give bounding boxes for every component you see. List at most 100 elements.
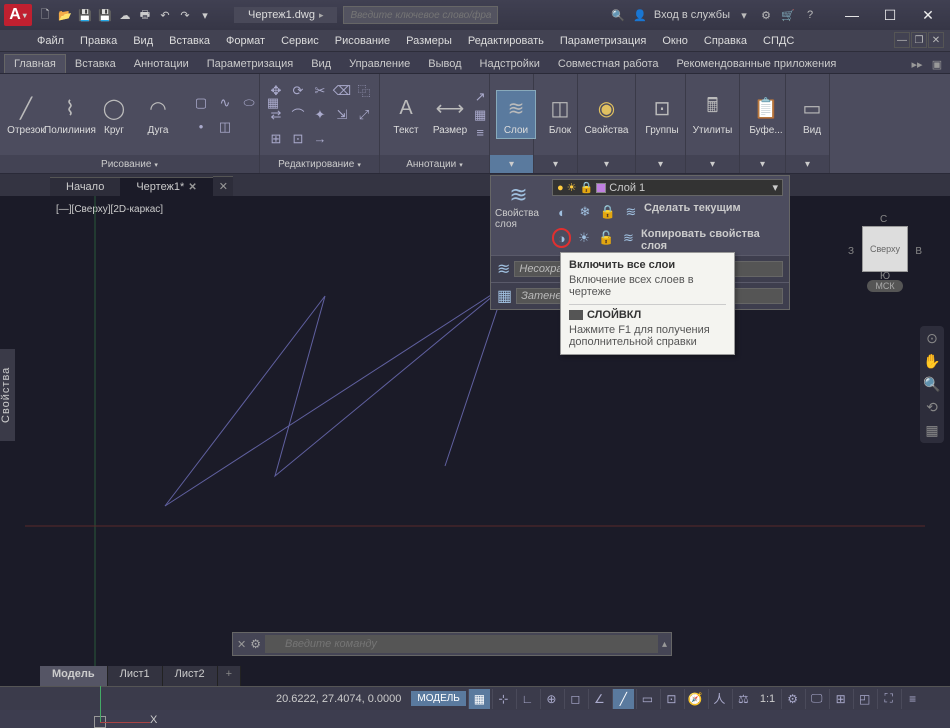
tab-close-icon[interactable]: ✕ xyxy=(188,182,196,193)
block-button[interactable]: ◫Блок xyxy=(540,91,580,138)
cmdline-customize-icon[interactable]: ⚙ xyxy=(250,637,261,651)
groups-button[interactable]: ⊡Группы xyxy=(642,91,682,138)
panel-props-expand[interactable]: ▾ xyxy=(604,159,609,170)
clean-screen-icon[interactable]: ⛶ xyxy=(877,689,899,709)
menu-help[interactable]: Справка xyxy=(697,33,754,49)
rotate-icon[interactable]: ⟳ xyxy=(288,80,308,102)
fullnav-icon[interactable]: ⊙ xyxy=(926,330,938,347)
layer-copy-icon[interactable]: ≋ xyxy=(619,228,638,248)
mirror-icon[interactable]: ⇄ xyxy=(266,104,286,126)
menu-format[interactable]: Формат xyxy=(219,33,272,49)
tab-home[interactable]: Главная xyxy=(4,54,66,73)
layer-lock-icon[interactable]: 🔒 xyxy=(598,202,618,222)
explode-icon[interactable]: ✦ xyxy=(310,104,330,126)
copy-icon[interactable]: ⿻ xyxy=(354,80,374,102)
dimension-button[interactable]: ⟷Размер xyxy=(430,91,470,138)
tab-addins[interactable]: Надстройки xyxy=(471,55,549,73)
osnap-track-toggle[interactable]: ∠ xyxy=(588,689,610,709)
tab-parametric[interactable]: Параметризация xyxy=(198,55,302,73)
text-button[interactable]: AТекст xyxy=(386,91,426,138)
menu-dimension[interactable]: Размеры xyxy=(399,33,459,49)
viewcube[interactable]: С З В Сверху Ю МСК xyxy=(850,214,920,304)
tab-insert[interactable]: Вставка xyxy=(66,55,125,73)
qat-save-icon[interactable]: 💾 xyxy=(76,6,94,24)
customize-status-icon[interactable]: ≡ xyxy=(901,689,923,709)
layer-combo[interactable]: ● ☀ 🔒 Слой 1 ▾ xyxy=(552,179,783,196)
layer-on-icon[interactable]: ◑ xyxy=(552,228,571,248)
hardware-accel-icon[interactable]: ⊞ xyxy=(829,689,851,709)
layer-properties-button[interactable]: ≋ Свойства слоя xyxy=(491,176,546,255)
polar-toggle[interactable]: ⊕ xyxy=(540,689,562,709)
qat-cloud-icon[interactable]: ☁ xyxy=(116,6,134,24)
ortho-toggle[interactable]: ∟ xyxy=(516,689,538,709)
spline-icon[interactable]: ∿ xyxy=(214,92,236,114)
panel-edit-label[interactable]: Редактирование xyxy=(278,159,361,170)
tab-annotate[interactable]: Аннотации xyxy=(125,55,198,73)
lineweight-toggle[interactable]: ╱ xyxy=(612,689,634,709)
close-button[interactable]: ✕ xyxy=(910,3,946,27)
menu-window[interactable]: Окно xyxy=(655,33,695,49)
tab-output[interactable]: Вывод xyxy=(419,55,470,73)
doc-restore-button[interactable]: ❐ xyxy=(911,32,927,48)
doc-close-button[interactable]: ✕ xyxy=(928,32,944,48)
new-tab-button[interactable]: ✕ xyxy=(213,176,233,196)
layer-off-icon[interactable]: ◐ xyxy=(552,202,572,222)
rect-icon[interactable]: ▢ xyxy=(190,92,212,114)
offset-icon[interactable]: ⊡ xyxy=(288,128,308,150)
isolate-icon[interactable]: ◰ xyxy=(853,689,875,709)
layers-button[interactable]: ≋Слои xyxy=(496,90,536,139)
transparency-toggle[interactable]: ▭ xyxy=(636,689,658,709)
panel-annot-label[interactable]: Аннотации xyxy=(406,159,463,170)
layer-match-icon[interactable]: ≋ xyxy=(621,202,641,222)
panel-draw-label[interactable]: Рисование xyxy=(101,159,158,170)
tab-layout2[interactable]: Лист2 xyxy=(163,666,218,686)
menu-view[interactable]: Вид xyxy=(126,33,160,49)
qat-open-icon[interactable]: 📂 xyxy=(56,6,74,24)
menu-insert[interactable]: Вставка xyxy=(162,33,217,49)
pan-icon[interactable]: ✋ xyxy=(923,353,940,370)
point-icon[interactable]: • xyxy=(190,116,212,138)
grid-toggle[interactable]: ▦ xyxy=(468,689,490,709)
move-icon[interactable]: ✥ xyxy=(266,80,286,102)
doc-min-button[interactable]: — xyxy=(894,32,910,48)
qat-plot-icon[interactable]: 🖶 xyxy=(136,6,154,24)
ribbon-minimize-icon[interactable]: ▣ xyxy=(928,55,946,73)
line-button[interactable]: ╱Отрезок xyxy=(6,91,46,138)
circle-button[interactable]: ◯Круг xyxy=(94,91,134,138)
showmotion-icon[interactable]: ▦ xyxy=(925,422,938,439)
object-snap-toggle[interactable]: ◻ xyxy=(564,689,586,709)
layer-freeze-icon[interactable]: ❄ xyxy=(575,202,595,222)
user-icon[interactable]: 👤 xyxy=(632,9,648,22)
orbit-icon[interactable]: ⟲ xyxy=(926,399,938,416)
layer-unlock-icon[interactable]: 🔓 xyxy=(597,228,616,248)
panel-utils-expand[interactable]: ▾ xyxy=(710,159,715,170)
qat-dropdown-icon[interactable]: ▾ xyxy=(196,6,214,24)
minimize-button[interactable]: — xyxy=(834,3,870,27)
panel-layers-expand[interactable]: ▾ xyxy=(509,159,514,170)
panel-block-expand[interactable]: ▾ xyxy=(553,159,558,170)
extend-icon[interactable]: → xyxy=(310,128,330,150)
polyline-button[interactable]: ⌇Полилиния xyxy=(50,91,90,138)
tab-featured[interactable]: Рекомендованные приложения xyxy=(668,55,846,73)
menu-draw[interactable]: Рисование xyxy=(328,33,397,49)
trim-icon[interactable]: ✂ xyxy=(310,80,330,102)
make-current-label[interactable]: Сделать текущим xyxy=(644,202,741,222)
exchange-icon[interactable]: ⚙ xyxy=(758,9,774,22)
menu-modify[interactable]: Редактировать xyxy=(461,33,551,49)
properties-button[interactable]: ◉Свойства xyxy=(584,91,629,138)
cmdline-close-icon[interactable]: ✕ xyxy=(237,638,246,651)
viewcube-top[interactable]: Сверху xyxy=(862,226,908,272)
fillet-icon[interactable]: ⌒ xyxy=(288,104,308,126)
help-icon[interactable]: ? xyxy=(802,9,818,21)
cart-icon[interactable]: 🛒 xyxy=(780,9,796,22)
panel-view-expand[interactable]: ▾ xyxy=(805,159,810,170)
snap-toggle[interactable]: ⊹ xyxy=(492,689,514,709)
command-input[interactable] xyxy=(265,635,658,653)
model-space-button[interactable]: МОДЕЛЬ xyxy=(411,691,465,706)
menu-file[interactable]: Файл xyxy=(30,33,71,49)
menu-spds[interactable]: СПДС xyxy=(756,33,801,49)
autoscale-icon[interactable]: ⚖ xyxy=(732,689,754,709)
qat-new-icon[interactable]: 🗋 xyxy=(36,6,54,24)
help-search-input[interactable] xyxy=(343,6,498,24)
search-icon[interactable]: 🔍 xyxy=(610,9,626,22)
